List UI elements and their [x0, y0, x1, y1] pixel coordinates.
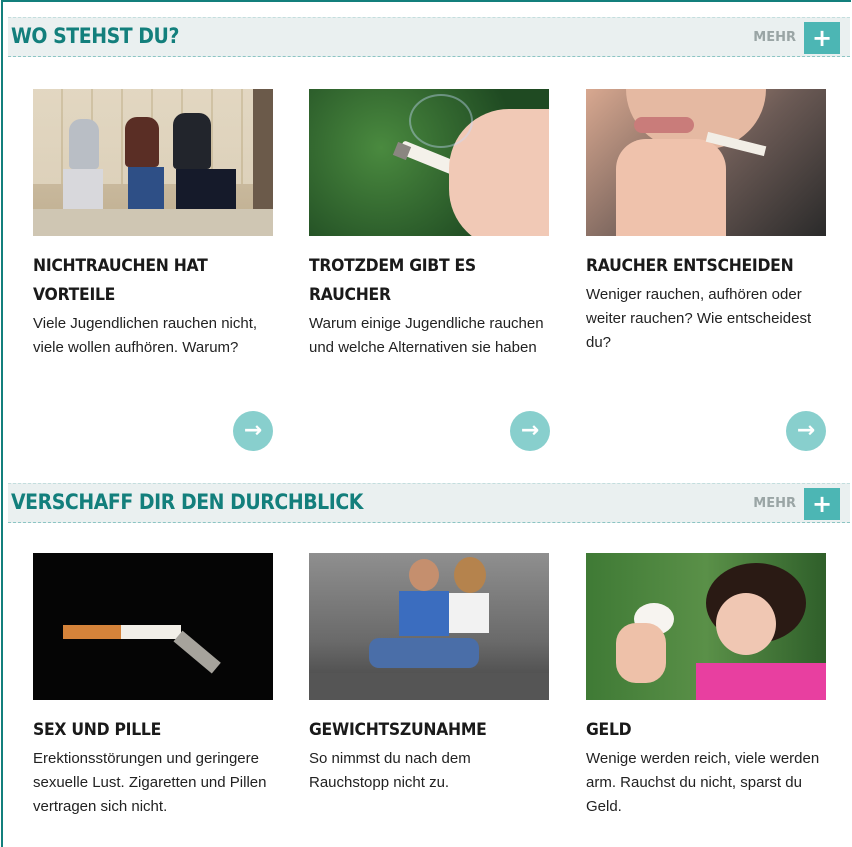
- card-text: Wenige werden reich, viele werden arm. R…: [586, 750, 820, 815]
- arrow-right-icon[interactable]: →: [233, 411, 273, 451]
- card-text: So nimmst du nach dem Rauchstopp nicht z…: [309, 750, 471, 791]
- card-title[interactable]: GELD: [586, 716, 825, 745]
- card-trotzdem-raucher[interactable]: TROTZDEM GIBT ES RAUCHER Warum einige Ju…: [309, 89, 549, 360]
- card-title[interactable]: NICHTRAUCHEN HAT VORTEILE: [33, 252, 272, 310]
- card-image[interactable]: [33, 553, 273, 700]
- card-title[interactable]: SEX UND PILLE: [33, 716, 272, 745]
- card-text: Viele Jugendlichen rauchen nicht, viele …: [33, 315, 258, 356]
- more-button[interactable]: +: [804, 22, 840, 54]
- card-text: Warum einige Jugendliche rauchen und wel…: [309, 315, 544, 356]
- card-title[interactable]: TROTZDEM GIBT ES RAUCHER: [309, 252, 548, 310]
- card-text: Weniger rauchen, aufhören oder weiter ra…: [586, 286, 812, 351]
- card-image[interactable]: [309, 89, 549, 236]
- section-title: WO STEHST DU?: [11, 24, 179, 48]
- card-image[interactable]: [586, 89, 826, 236]
- card-title[interactable]: GEWICHTSZUNAHME: [309, 716, 548, 745]
- card-title[interactable]: RAUCHER ENTSCHEIDEN: [586, 252, 825, 281]
- section-header-wo-stehst-du: WO STEHST DU? MEHR +: [8, 17, 850, 57]
- card-image[interactable]: [309, 553, 549, 700]
- card-sex-und-pille[interactable]: SEX UND PILLE Erektionsstörungen und ger…: [33, 553, 273, 819]
- plus-icon: +: [811, 490, 833, 518]
- card-raucher-entscheiden[interactable]: RAUCHER ENTSCHEIDEN Weniger rauchen, auf…: [586, 89, 826, 355]
- section-header-durchblick: VERSCHAFF DIR DEN DURCHBLICK MEHR +: [8, 483, 850, 523]
- card-nichtrauchen[interactable]: NICHTRAUCHEN HAT VORTEILE Viele Jugendli…: [33, 89, 273, 360]
- card-gewichtszunahme[interactable]: GEWICHTSZUNAHME So nimmst du nach dem Ra…: [309, 553, 549, 795]
- more-link[interactable]: MEHR: [753, 30, 796, 45]
- section-title: VERSCHAFF DIR DEN DURCHBLICK: [11, 490, 363, 514]
- card-image[interactable]: [586, 553, 826, 700]
- arrow-right-icon[interactable]: →: [510, 411, 550, 451]
- more-link[interactable]: MEHR: [753, 496, 796, 511]
- card-image[interactable]: [33, 89, 273, 236]
- arrow-right-icon[interactable]: →: [786, 411, 826, 451]
- plus-icon: +: [811, 24, 833, 52]
- card-geld[interactable]: GELD Wenige werden reich, viele werden a…: [586, 553, 826, 819]
- card-text: Erektionsstörungen und geringere sexuell…: [33, 750, 267, 815]
- more-button[interactable]: +: [804, 488, 840, 520]
